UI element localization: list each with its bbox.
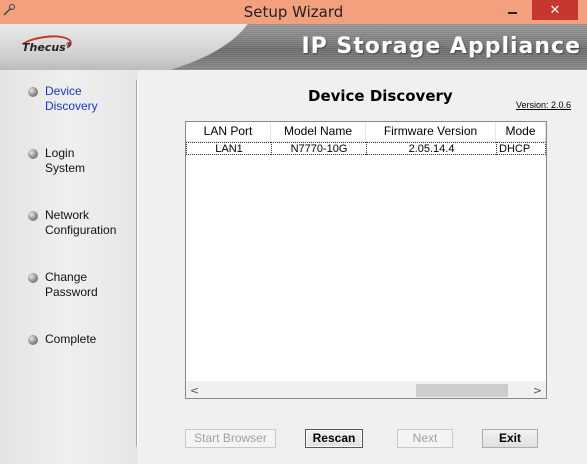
step-label: Network Configuration [45,208,117,237]
step-bullet-icon [28,149,38,159]
step-complete[interactable]: Complete [28,332,96,347]
rescan-button[interactable]: Rescan [305,429,363,448]
cell-mode: DHCP [496,142,546,155]
step-bullet-icon [28,273,38,283]
step-bullet-icon [28,211,38,221]
cell-firmware-version: 2.05.14.4 [366,142,496,155]
step-bullet-icon [28,87,38,97]
product-title: IP Storage Appliance [301,34,581,59]
step-label: Login System [45,146,86,175]
close-button[interactable]: ✕ [532,0,578,20]
column-header-mode[interactable]: Mode [496,122,546,142]
horizontal-scrollbar[interactable]: < > [186,381,546,398]
device-list[interactable]: LAN Port Model Name Firmware Version Mod… [185,121,547,399]
close-icon: ✕ [549,2,561,18]
step-bullet-icon [28,335,38,345]
cell-model-name: N7770-10G [271,142,366,155]
window-title: Setup Wizard [243,3,344,21]
column-header-lan-port[interactable]: LAN Port [186,122,271,142]
step-change-password[interactable]: Change Password [28,270,98,300]
header-banner: Thecus® IP Storage Appliance [0,24,587,70]
step-label: Change Password [45,270,98,299]
scroll-right-icon[interactable]: > [529,382,546,399]
main-panel: Device Discovery Version: 2.0.6 LAN Port… [138,70,587,464]
thecus-logo: Thecus® [22,41,72,54]
wizard-steps-sidebar: Device Discovery Login System Network Confi… [0,70,138,464]
column-header-model-name[interactable]: Model Name [271,122,366,142]
device-list-header: LAN Port Model Name Firmware Version Mod… [186,122,546,142]
cell-lan-port: LAN1 [186,142,271,155]
page-title: Device Discovery [308,87,453,105]
table-row[interactable]: LAN1 N7770-10G 2.05.14.4 DHCP [186,142,546,155]
step-label: Device Discovery [45,84,98,113]
column-header-firmware-version[interactable]: Firmware Version [366,122,496,142]
title-bar: Setup Wizard ✕ [0,0,587,24]
step-device-discovery[interactable]: Device Discovery [28,84,98,114]
next-button[interactable]: Next [397,429,453,448]
minimize-icon [507,12,517,14]
exit-button[interactable]: Exit [482,429,538,448]
minimize-button[interactable] [500,0,524,20]
step-login-system[interactable]: Login System [28,146,85,176]
start-browser-button[interactable]: Start Browser [185,429,276,448]
scrollbar-thumb[interactable] [416,384,508,397]
step-network-configuration[interactable]: Network Configuration [28,208,116,238]
step-label: Complete [45,332,97,346]
scroll-left-icon[interactable]: < [186,382,203,399]
version-label: Version: 2.0.6 [516,100,572,110]
